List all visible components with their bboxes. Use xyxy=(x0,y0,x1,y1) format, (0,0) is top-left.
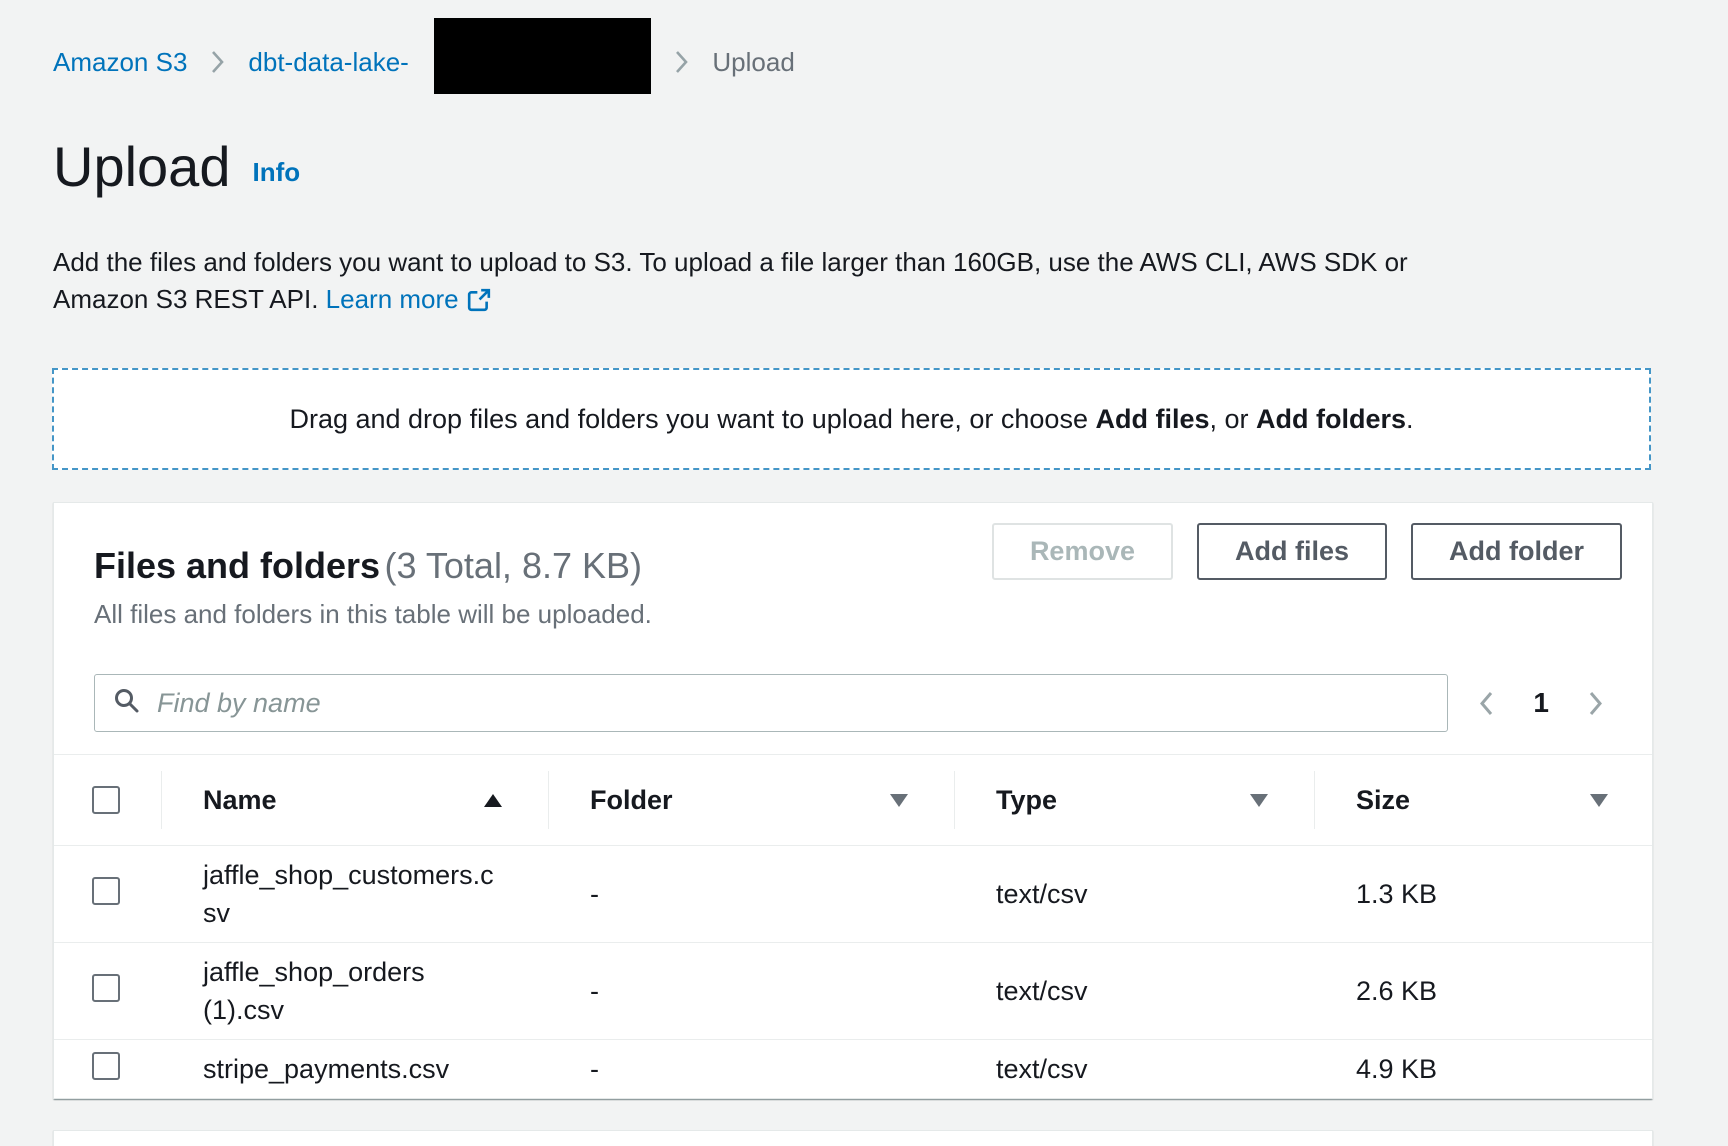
column-header-type[interactable]: Type xyxy=(954,755,1314,845)
filter-icon[interactable] xyxy=(890,794,908,807)
breadcrumb-link-bucket[interactable]: dbt-data-lake- xyxy=(248,47,408,77)
dropzone-text: Drag and drop files and folders you want… xyxy=(289,404,1413,435)
breadcrumb-chevron-icon xyxy=(675,50,688,74)
info-link[interactable]: Info xyxy=(252,157,300,188)
pagination: 1 xyxy=(1474,686,1622,721)
previous-page-button[interactable] xyxy=(1474,686,1499,721)
panel-header: Files and folders (3 Total, 8.7 KB) All … xyxy=(54,503,1652,630)
filter-icon[interactable] xyxy=(1590,794,1608,807)
cell-folder: - xyxy=(548,1054,954,1085)
sort-ascending-icon[interactable] xyxy=(484,794,502,807)
panel-title: Files and folders xyxy=(94,545,380,586)
file-dropzone[interactable]: Drag and drop files and folders you want… xyxy=(52,368,1651,470)
filter-icon[interactable] xyxy=(1250,794,1268,807)
redacted-bucket-name xyxy=(434,18,651,94)
learn-more-link[interactable]: Learn more xyxy=(326,284,459,314)
column-header-folder[interactable]: Folder xyxy=(548,755,954,845)
files-table-header: Name Folder Type Size xyxy=(54,754,1652,846)
panel-titles: Files and folders (3 Total, 8.7 KB) All … xyxy=(94,545,652,630)
cell-size: 2.6 KB xyxy=(1314,976,1654,1007)
breadcrumb-link-amazon-s3[interactable]: Amazon S3 xyxy=(53,47,187,78)
search-input[interactable] xyxy=(157,688,1429,719)
chevron-right-icon xyxy=(1587,690,1604,717)
table-row: jaffle_shop_customers.csv - text/csv 1.3… xyxy=(54,846,1652,943)
column-label: Folder xyxy=(590,785,673,816)
page-header: Upload Info xyxy=(53,136,1728,198)
current-page-number[interactable]: 1 xyxy=(1533,687,1549,719)
row-checkbox-cell xyxy=(54,974,161,1009)
add-folder-button[interactable]: Add folder xyxy=(1411,523,1622,580)
breadcrumb-chevron-icon xyxy=(211,50,224,74)
files-table: Name Folder Type Size jaffle_shop_custom… xyxy=(54,754,1652,1098)
cell-type: text/csv xyxy=(954,976,1314,1007)
breadcrumb-current-page: Upload xyxy=(712,47,794,78)
cell-type: text/csv xyxy=(954,1054,1314,1085)
select-all-checkbox[interactable] xyxy=(92,786,120,814)
search-icon xyxy=(113,687,141,720)
table-toolbar: 1 xyxy=(54,630,1652,732)
page-description: Add the files and folders you want to up… xyxy=(53,244,1498,322)
column-header-size[interactable]: Size xyxy=(1314,755,1654,845)
next-section-card-top xyxy=(53,1130,1653,1146)
cell-size: 4.9 KB xyxy=(1314,1054,1654,1085)
search-box[interactable] xyxy=(94,674,1448,732)
cell-folder: - xyxy=(548,976,954,1007)
panel-count: (3 Total, 8.7 KB) xyxy=(385,545,642,586)
row-checkbox[interactable] xyxy=(92,877,120,905)
cell-size: 1.3 KB xyxy=(1314,879,1654,910)
row-checkbox-cell xyxy=(54,877,161,912)
column-header-name[interactable]: Name xyxy=(161,755,548,845)
cell-name: stripe_payments.csv xyxy=(161,1050,548,1088)
table-row: jaffle_shop_orders (1).csv - text/csv 2.… xyxy=(54,943,1652,1040)
column-label: Name xyxy=(203,785,277,816)
panel-subtitle: All files and folders in this table will… xyxy=(94,599,652,630)
cell-name: jaffle_shop_customers.csv xyxy=(161,856,548,932)
description-text: Add the files and folders you want to up… xyxy=(53,247,1408,314)
row-checkbox-cell xyxy=(54,1052,161,1087)
remove-button[interactable]: Remove xyxy=(992,523,1173,580)
cell-name: jaffle_shop_orders (1).csv xyxy=(161,953,548,1029)
row-checkbox[interactable] xyxy=(92,974,120,1002)
column-label: Size xyxy=(1356,785,1410,816)
table-row: stripe_payments.csv - text/csv 4.9 KB xyxy=(54,1040,1652,1098)
next-page-button[interactable] xyxy=(1583,686,1608,721)
panel-actions: Remove Add files Add folder xyxy=(992,523,1622,580)
add-files-button[interactable]: Add files xyxy=(1197,523,1387,580)
column-label: Type xyxy=(996,785,1057,816)
page-title: Upload xyxy=(53,136,230,198)
header-checkbox-cell xyxy=(54,755,161,845)
files-and-folders-panel: Files and folders (3 Total, 8.7 KB) All … xyxy=(53,502,1653,1099)
external-link-icon[interactable] xyxy=(467,285,491,322)
breadcrumb-bucket-segment: dbt-data-lake- xyxy=(248,46,651,78)
chevron-left-icon xyxy=(1478,690,1495,717)
cell-folder: - xyxy=(548,879,954,910)
breadcrumb: Amazon S3 dbt-data-lake- Upload xyxy=(0,0,1728,78)
cell-type: text/csv xyxy=(954,879,1314,910)
row-checkbox[interactable] xyxy=(92,1052,120,1080)
